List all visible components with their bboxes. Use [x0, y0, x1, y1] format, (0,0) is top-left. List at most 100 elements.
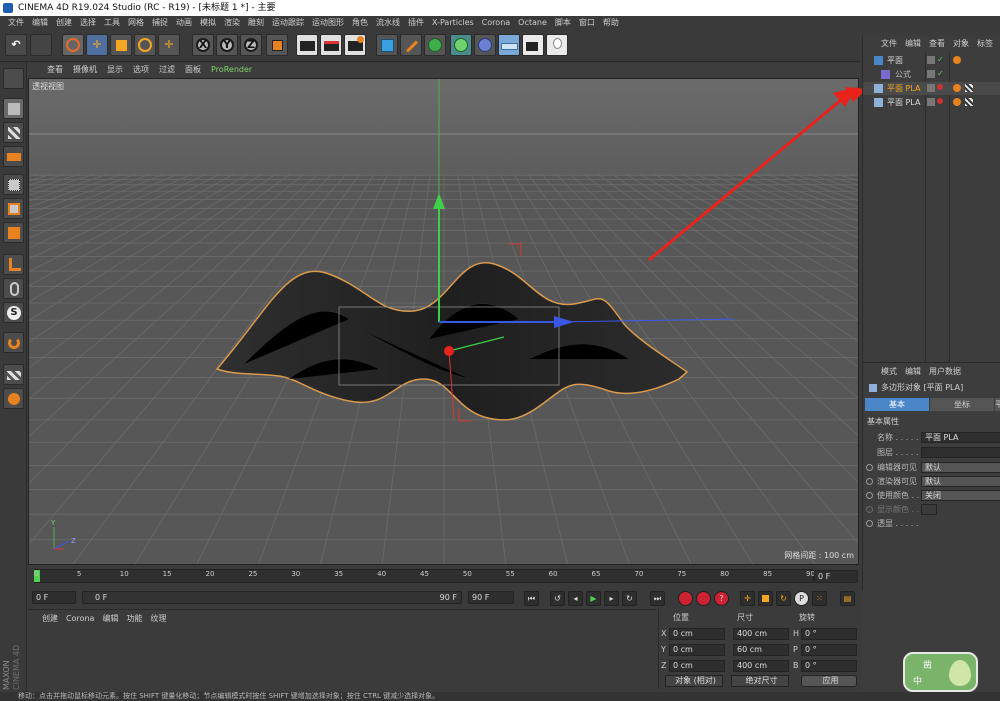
- tab-basic[interactable]: 基本: [865, 398, 929, 411]
- viewport-menu-panel[interactable]: 面板: [180, 63, 206, 77]
- timeline-end-field[interactable]: 0 F: [814, 570, 858, 583]
- menu-edit[interactable]: 编辑: [28, 16, 52, 30]
- material-menu-function[interactable]: 功能: [122, 612, 146, 626]
- texture-mode-icon[interactable]: [3, 122, 24, 143]
- workplane-mode-icon[interactable]: [3, 146, 24, 167]
- enabled-check-icon[interactable]: ✓: [937, 56, 945, 64]
- recent-tool-icon[interactable]: ✛: [158, 34, 180, 56]
- timeline-ruler[interactable]: 0 5 10 15 20 25 30 35 40 45 50 55 60 65 70 75 80 85 90 0 F: [28, 567, 860, 587]
- display-color-swatch[interactable]: [921, 504, 937, 515]
- material-menu-texture[interactable]: 纹理: [146, 612, 170, 626]
- axis-y-button[interactable]: Y: [216, 34, 238, 56]
- render-view-icon[interactable]: [296, 34, 318, 56]
- perspective-viewport[interactable]: Y Z 透视视图 网格间距 : 100 cm: [28, 78, 859, 565]
- rotate-icon[interactable]: [134, 34, 156, 56]
- animate-radio[interactable]: [866, 492, 873, 499]
- visibility-toggle-icon[interactable]: [927, 84, 935, 92]
- position-x-field[interactable]: 0 cm: [669, 628, 725, 640]
- goto-end-button[interactable]: ⏭: [650, 591, 665, 606]
- render-visible-dropdown[interactable]: 默认: [921, 476, 1000, 487]
- menu-mesh[interactable]: 网格: [124, 16, 148, 30]
- key-param-button[interactable]: P: [794, 591, 809, 606]
- menu-corona[interactable]: Corona: [478, 16, 514, 30]
- visibility-toggle-icon[interactable]: [927, 56, 935, 64]
- object-row-plane-pla[interactable]: 平面 PLA: [863, 96, 1000, 109]
- menu-sculpt[interactable]: 雕刻: [244, 16, 268, 30]
- menu-motion-tracker[interactable]: 运动跟踪: [268, 16, 308, 30]
- snap-icon[interactable]: [3, 332, 24, 353]
- render-picture-viewer-icon[interactable]: [320, 34, 342, 56]
- menu-mograph[interactable]: 运动图形: [308, 16, 348, 30]
- coord-system-icon[interactable]: [266, 34, 288, 56]
- key-selection-button[interactable]: ?: [714, 591, 729, 606]
- visibility-toggle-icon[interactable]: [927, 70, 935, 78]
- model-mode-icon[interactable]: [3, 98, 24, 119]
- key-pla-button[interactable]: ⁙: [812, 591, 827, 606]
- solo-mode-icon[interactable]: S: [3, 302, 24, 323]
- material-menu-edit[interactable]: 编辑: [98, 612, 122, 626]
- redo-icon[interactable]: [30, 34, 52, 56]
- object-menu-tags[interactable]: 标签: [973, 36, 997, 52]
- position-z-field[interactable]: 0 cm: [669, 660, 725, 672]
- axis-z-button[interactable]: Z: [240, 34, 262, 56]
- axis-x-button[interactable]: X: [192, 34, 214, 56]
- menu-plugins[interactable]: 插件: [404, 16, 428, 30]
- editor-visible-dropdown[interactable]: 默认: [921, 462, 1000, 473]
- lock-workplane-icon[interactable]: [3, 364, 24, 385]
- cloner-icon[interactable]: [450, 34, 472, 56]
- polygons-mode-icon[interactable]: [3, 222, 24, 243]
- tab-phong[interactable]: 平: [995, 398, 1000, 411]
- start-frame-field[interactable]: 0 F: [32, 591, 76, 604]
- move-icon[interactable]: ✛: [86, 34, 108, 56]
- viewport-menu-options[interactable]: 选项: [128, 63, 154, 77]
- use-color-dropdown[interactable]: 关闭: [921, 490, 1000, 501]
- menu-help[interactable]: 帮助: [599, 16, 623, 30]
- scale-icon[interactable]: [110, 34, 132, 56]
- deformer-icon[interactable]: [474, 34, 496, 56]
- next-frame-button[interactable]: ▸: [604, 591, 619, 606]
- menu-snap[interactable]: 捕捉: [148, 16, 172, 30]
- subdivision-icon[interactable]: [424, 34, 446, 56]
- phong-tag-icon[interactable]: [953, 98, 961, 106]
- attr-menu-edit[interactable]: 编辑: [901, 365, 925, 379]
- edges-mode-icon[interactable]: [3, 198, 24, 219]
- camera-icon[interactable]: [522, 34, 544, 56]
- object-menu-objects[interactable]: 对象: [949, 36, 973, 52]
- phong-tag-icon[interactable]: [953, 84, 961, 92]
- light-icon[interactable]: [546, 34, 568, 56]
- name-field[interactable]: 平面 PLA: [921, 432, 1000, 443]
- autokey-button[interactable]: [696, 591, 711, 606]
- viewport-menu-prorender[interactable]: ProRender: [206, 63, 257, 77]
- tab-coordinates[interactable]: 坐标: [930, 398, 994, 411]
- object-row-plane-pla-selected[interactable]: 平面 PLA: [863, 82, 1000, 95]
- viewport-menu-cameras[interactable]: 摄像机: [68, 63, 102, 77]
- cube-icon[interactable]: [376, 34, 398, 56]
- tweak-mode-icon[interactable]: [3, 278, 24, 299]
- material-menu-corona[interactable]: Corona: [62, 612, 98, 626]
- undo-icon[interactable]: ↶: [5, 34, 27, 56]
- animate-radio[interactable]: [866, 464, 873, 471]
- object-row-plane[interactable]: 平面 ✓: [863, 54, 1000, 67]
- render-settings-icon[interactable]: [344, 34, 366, 56]
- apply-button[interactable]: 应用: [801, 675, 857, 687]
- material-menu-create[interactable]: 创建: [38, 612, 62, 626]
- animate-radio[interactable]: [866, 506, 873, 513]
- menu-select[interactable]: 选择: [76, 16, 100, 30]
- floor-icon[interactable]: [498, 34, 520, 56]
- object-menu-file[interactable]: 文件: [877, 36, 901, 52]
- menu-simulate[interactable]: 模拟: [196, 16, 220, 30]
- object-row-formula[interactable]: 公式 ✓: [863, 68, 1000, 81]
- axis-mode-icon[interactable]: [3, 254, 24, 275]
- layer-field[interactable]: [921, 447, 1000, 458]
- key-position-button[interactable]: ✛: [740, 591, 755, 606]
- animate-radio[interactable]: [866, 478, 873, 485]
- menu-x-particles[interactable]: X-Particles: [428, 16, 478, 30]
- size-y-field[interactable]: 60 cm: [733, 644, 789, 656]
- visibility-toggle-icon[interactable]: [927, 98, 935, 106]
- rotation-b-field[interactable]: 0 °: [801, 660, 857, 672]
- viewport-menu-filter[interactable]: 过滤: [154, 63, 180, 77]
- prev-frame-button[interactable]: ◂: [568, 591, 583, 606]
- position-y-field[interactable]: 0 cm: [669, 644, 725, 656]
- key-rotation-button[interactable]: ↻: [776, 591, 791, 606]
- menu-tools[interactable]: 工具: [100, 16, 124, 30]
